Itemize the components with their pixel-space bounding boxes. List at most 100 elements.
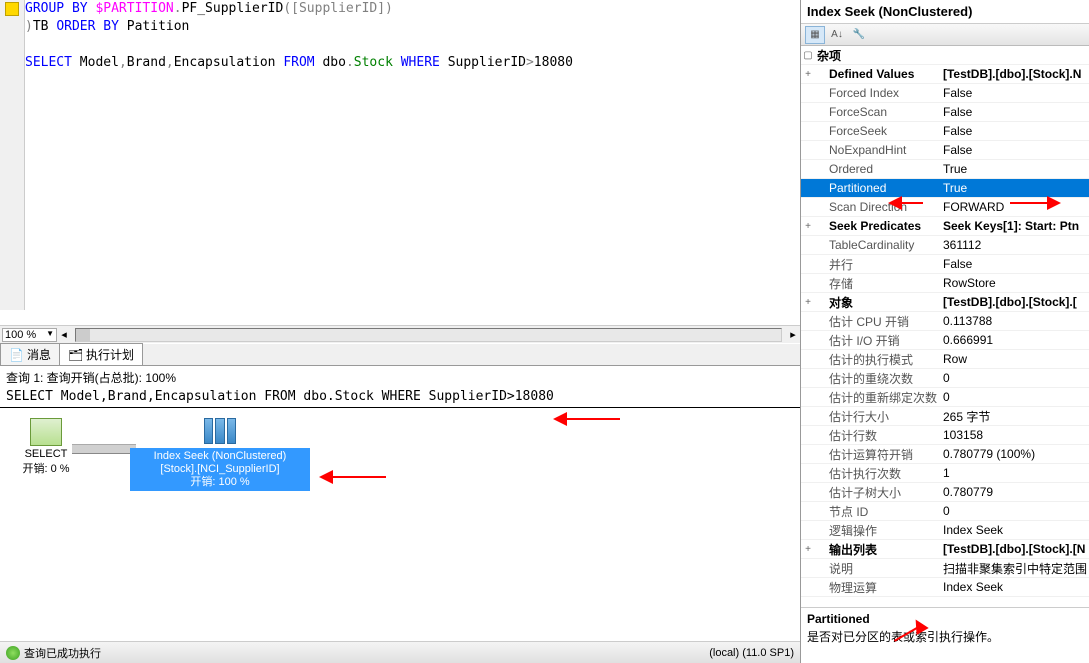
collapse-icon[interactable]: ▢ (801, 50, 815, 61)
property-key: 估计运算符开销 (815, 446, 939, 463)
property-row[interactable]: 估计行大小265 字节 (801, 407, 1089, 426)
annotation-arrow (560, 418, 620, 420)
property-row[interactable]: 物理运算Index Seek (801, 578, 1089, 597)
select-icon (30, 418, 62, 446)
status-bar: 查询已成功执行 (local) (11.0 SP1) (0, 641, 800, 663)
zoom-bar: 100 %▼ ◂ ▸ (0, 325, 800, 343)
property-value: 0 (939, 371, 1089, 385)
scroll-right-icon[interactable]: ▸ (786, 328, 800, 341)
property-key: Ordered (815, 162, 939, 176)
property-row[interactable]: NoExpandHintFalse (801, 141, 1089, 160)
property-row[interactable]: 说明扫描非聚集索引中特定范围 (801, 559, 1089, 578)
property-value: 0 (939, 390, 1089, 404)
property-row[interactable]: 估计的重绕次数0 (801, 369, 1089, 388)
property-key: 逻辑操作 (815, 522, 939, 539)
property-row[interactable]: 估计的执行模式Row (801, 350, 1089, 369)
property-value: RowStore (939, 276, 1089, 290)
property-value: 扫描非聚集索引中特定范围 (939, 560, 1089, 577)
expand-icon[interactable]: + (801, 544, 815, 555)
property-row[interactable]: 估计子树大小0.780779 (801, 483, 1089, 502)
property-category[interactable]: ▢ 杂项 (801, 46, 1089, 65)
property-value: False (939, 86, 1089, 100)
property-value: 0.666991 (939, 333, 1089, 347)
property-row[interactable]: +输出列表[TestDB].[dbo].[Stock].[N (801, 540, 1089, 559)
sql-code[interactable]: GROUP BY $PARTITION.PF_SupplierID([Suppl… (25, 0, 800, 310)
property-row[interactable]: 估计的重新绑定次数0 (801, 388, 1089, 407)
property-key: Forced Index (815, 86, 939, 100)
property-row[interactable]: 估计执行次数1 (801, 464, 1089, 483)
gutter-marker (5, 2, 19, 16)
expand-icon[interactable]: + (801, 297, 815, 308)
zoom-combo[interactable]: 100 %▼ (2, 328, 57, 342)
categorize-button[interactable]: ▦ (805, 26, 825, 44)
plan-canvas[interactable]: SELECT 开销: 0 % Index Seek (NonClustered)… (0, 408, 800, 628)
editor-gutter (0, 0, 25, 310)
hscroll-track[interactable] (75, 328, 782, 342)
hscroll-thumb[interactable] (76, 329, 90, 341)
sql-editor-pane: GROUP BY $PARTITION.PF_SupplierID([Suppl… (0, 0, 800, 340)
tab-label: 执行计划 (86, 346, 134, 363)
status-server: (local) (11.0 SP1) (709, 647, 794, 659)
property-row[interactable]: 估计 I/O 开销0.666991 (801, 331, 1089, 350)
plan-op-index-seek[interactable]: Index Seek (NonClustered) [Stock].[NCI_S… (130, 418, 310, 491)
property-row[interactable]: TableCardinality361112 (801, 236, 1089, 255)
desc-body: 是否对已分区的表或索引执行操作。 (807, 628, 1083, 645)
property-value: True (939, 162, 1089, 176)
property-row[interactable]: ForceSeekFalse (801, 122, 1089, 141)
property-value: Index Seek (939, 523, 1089, 537)
property-value: Seek Keys[1]: Start: Ptn (939, 219, 1089, 233)
status-text: 查询已成功执行 (24, 645, 101, 661)
property-key: ForceScan (815, 105, 939, 119)
properties-grid[interactable]: ▢ 杂项 +Defined Values[TestDB].[dbo].[Stoc… (801, 46, 1089, 607)
property-value: False (939, 124, 1089, 138)
property-key: NoExpandHint (815, 143, 939, 157)
property-row[interactable]: 估计 CPU 开销0.113788 (801, 312, 1089, 331)
plan-edge (72, 444, 136, 454)
desc-title: Partitioned (807, 612, 1083, 626)
property-row[interactable]: Scan DirectionFORWARD (801, 198, 1089, 217)
property-key: 估计的执行模式 (815, 351, 939, 368)
property-key: 估计子树大小 (815, 484, 939, 501)
property-row[interactable]: 逻辑操作Index Seek (801, 521, 1089, 540)
index-seek-icon (204, 418, 236, 446)
property-key: 存储 (815, 275, 939, 292)
status-success-icon (6, 646, 20, 660)
property-value: True (939, 181, 1089, 195)
property-value: 0.113788 (939, 314, 1089, 328)
property-value: Index Seek (939, 580, 1089, 594)
property-row[interactable]: 估计行数103158 (801, 426, 1089, 445)
expand-icon[interactable]: + (801, 69, 815, 80)
property-row[interactable]: 存储RowStore (801, 274, 1089, 293)
property-row[interactable]: ForceScanFalse (801, 103, 1089, 122)
sort-az-button[interactable]: A↓ (827, 26, 847, 44)
property-row[interactable]: OrderedTrue (801, 160, 1089, 179)
properties-toolbar: ▦ A↓ 🔧 (801, 24, 1089, 46)
property-row[interactable]: PartitionedTrue (801, 179, 1089, 198)
properties-button[interactable]: 🔧 (849, 26, 869, 44)
tab-execution-plan[interactable]: 🗂 执行计划 (59, 343, 143, 365)
property-value: False (939, 143, 1089, 157)
result-tabs: 📄 消息 🗂 执行计划 (0, 344, 800, 366)
property-key: 估计 CPU 开销 (815, 313, 939, 330)
property-row[interactable]: Forced IndexFalse (801, 84, 1089, 103)
property-key: 并行 (815, 256, 939, 273)
plan-icon: 🗂 (68, 348, 82, 362)
property-key: 估计行数 (815, 427, 939, 444)
plan-query-header: 查询 1: 查询开销(占总批): 100% (0, 366, 800, 389)
property-row[interactable]: +对象[TestDB].[dbo].[Stock].[ (801, 293, 1089, 312)
expand-icon[interactable]: + (801, 221, 815, 232)
scroll-left-icon[interactable]: ◂ (57, 328, 71, 341)
property-row[interactable]: +Seek PredicatesSeek Keys[1]: Start: Ptn (801, 217, 1089, 236)
annotation-arrow (1010, 202, 1054, 204)
plan-op-select[interactable]: SELECT 开销: 0 % (16, 418, 76, 476)
property-row[interactable]: 估计运算符开销0.780779 (100%) (801, 445, 1089, 464)
property-value: 265 字节 (939, 408, 1089, 425)
property-key: Partitioned (815, 181, 939, 195)
property-row[interactable]: +Defined Values[TestDB].[dbo].[Stock].N (801, 65, 1089, 84)
tab-messages[interactable]: 📄 消息 (0, 343, 60, 365)
property-key: 节点 ID (815, 503, 939, 520)
property-row[interactable]: 并行False (801, 255, 1089, 274)
property-value: 0 (939, 504, 1089, 518)
plan-sql-text: SELECT Model,Brand,Encapsulation FROM db… (0, 389, 800, 408)
property-row[interactable]: 节点 ID0 (801, 502, 1089, 521)
